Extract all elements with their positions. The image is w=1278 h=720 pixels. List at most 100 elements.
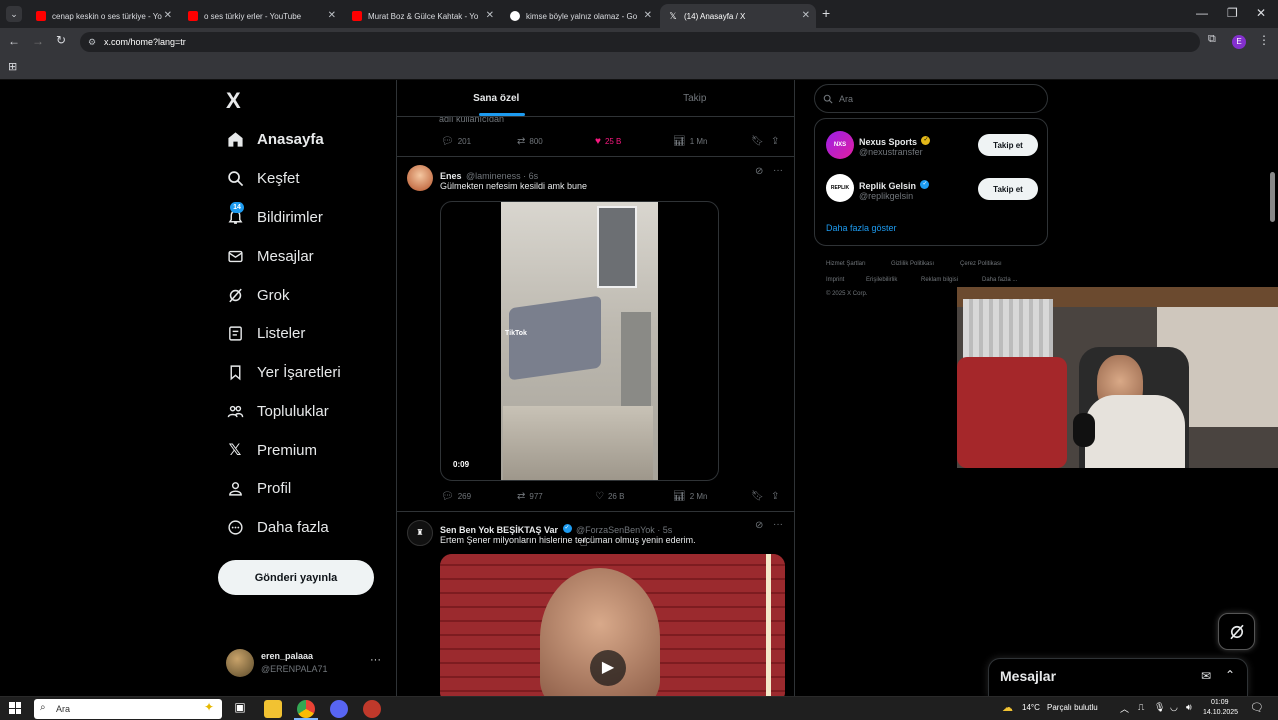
windows-start-icon[interactable] bbox=[9, 702, 21, 714]
volume-icon[interactable]: 🔊︎ bbox=[1186, 702, 1192, 713]
expand-icon[interactable]: ⌃ bbox=[1225, 668, 1235, 682]
repost-button[interactable]: ⇄ 977 bbox=[517, 491, 543, 502]
restore-icon[interactable]: ❐ bbox=[1227, 6, 1238, 20]
avatar[interactable]: REPLIK bbox=[826, 174, 854, 202]
extensions-icon[interactable]: ⧉ bbox=[1208, 33, 1216, 46]
close-tab-icon[interactable]: ✕ bbox=[802, 10, 810, 21]
footer-link[interactable]: Erişilebilirlik bbox=[866, 277, 897, 283]
discord-icon[interactable] bbox=[330, 700, 348, 718]
footer-link[interactable]: Hizmet Şartları bbox=[826, 261, 866, 267]
follow-button[interactable]: Takip et bbox=[978, 134, 1038, 156]
like-button[interactable]: ♥ 25 B bbox=[595, 136, 621, 147]
clock-time[interactable]: 01:09 bbox=[1211, 699, 1229, 706]
more-icon[interactable]: ··· bbox=[773, 519, 783, 530]
tweet[interactable]: ♜ Sen Ben Yok BEŞİKTAŞ Var ✓ @ForzaSenBe… bbox=[397, 512, 794, 696]
account-switcher[interactable]: eren_palaaa @ERENPALA71 ··· bbox=[226, 648, 386, 680]
address-bar[interactable]: ⚙ x.com/home?lang=tr bbox=[80, 32, 1200, 52]
footer-link[interactable]: Gizlilik Politikası bbox=[891, 261, 934, 267]
author-handle[interactable]: @ForzaSenBenYok · 5s bbox=[576, 525, 672, 535]
messages-drawer[interactable]: Mesajlar ✉ ⌃ bbox=[988, 658, 1248, 696]
microphone-icon[interactable]: 🎙︎ bbox=[1154, 702, 1165, 713]
footer-link[interactable]: Çerez Politikası bbox=[960, 261, 1002, 267]
weather-temp[interactable]: 14°C bbox=[1022, 703, 1040, 712]
new-tab-button[interactable]: + bbox=[822, 5, 830, 21]
grok-icon[interactable]: ⊘ bbox=[755, 166, 763, 177]
browser-tab[interactable]: kimse böyle yalnız olamaz - Go ✕ bbox=[502, 4, 658, 28]
share-button[interactable]: ⇪ bbox=[771, 136, 779, 147]
more-icon[interactable]: ··· bbox=[370, 654, 381, 666]
close-tab-icon[interactable]: ✕ bbox=[644, 10, 652, 21]
profile-avatar[interactable]: E bbox=[1232, 35, 1246, 49]
obs-icon[interactable] bbox=[363, 700, 381, 718]
close-tab-icon[interactable]: ✕ bbox=[486, 10, 494, 21]
nav-item-more[interactable]: Daha fazla bbox=[226, 512, 329, 542]
author-name[interactable]: Enes bbox=[440, 171, 462, 181]
new-message-icon[interactable]: ✉ bbox=[1201, 669, 1211, 683]
views-button[interactable]: 📊︎ 2 Mn bbox=[673, 491, 708, 502]
reply-button[interactable]: 💬︎ 269 bbox=[441, 491, 471, 502]
follow-button[interactable]: Takip et bbox=[978, 178, 1038, 200]
nav-item-notifications[interactable]: 14 Bildirimler bbox=[226, 202, 323, 232]
footer-link[interactable]: Reklam bilgisi bbox=[921, 277, 958, 283]
weather-text[interactable]: Parçalı bulutlu bbox=[1047, 703, 1098, 712]
task-view-icon[interactable]: ▣ bbox=[231, 700, 249, 718]
author-name[interactable]: Sen Ben Yok BEŞİKTAŞ Var bbox=[440, 525, 558, 535]
grok-floating-button[interactable] bbox=[1218, 613, 1255, 650]
tray-chevron-icon[interactable]: ︿ bbox=[1120, 702, 1129, 715]
clock-date[interactable]: 14.10.2025 bbox=[1203, 709, 1238, 716]
nav-item-profile[interactable]: Profil bbox=[226, 473, 291, 503]
nav-item-bookmarks[interactable]: Yer İşaretleri bbox=[226, 357, 341, 387]
footer-link[interactable]: Daha fazla ... bbox=[982, 277, 1017, 283]
nav-item-home[interactable]: Anasayfa bbox=[226, 124, 324, 154]
forward-icon[interactable]: → bbox=[32, 34, 44, 48]
like-button[interactable]: ♡ 26 B bbox=[595, 491, 624, 502]
tab-search-icon[interactable]: ⌄ bbox=[6, 6, 22, 22]
browser-tab[interactable]: cenap keskin o ses türkiye - Yo ✕ bbox=[28, 4, 178, 28]
reload-icon[interactable]: ↻ bbox=[56, 33, 66, 47]
apps-grid-icon[interactable]: ⊞ bbox=[8, 60, 17, 73]
avatar[interactable]: NXS bbox=[826, 131, 854, 159]
bookmark-button[interactable]: 🔖︎ bbox=[751, 491, 764, 502]
nav-item-premium[interactable]: 𝕏 Premium bbox=[226, 435, 317, 465]
play-icon[interactable]: ▶ bbox=[590, 650, 626, 686]
chrome-icon[interactable] bbox=[297, 700, 315, 718]
close-window-icon[interactable]: ✕ bbox=[1256, 6, 1266, 20]
reply-button[interactable]: 💬︎ 201 bbox=[441, 136, 471, 147]
close-tab-icon[interactable]: ✕ bbox=[328, 10, 336, 21]
minimize-icon[interactable]: — bbox=[1196, 6, 1208, 20]
repost-button[interactable]: ⇄ 800 bbox=[517, 136, 543, 147]
nav-item-grok[interactable]: Grok bbox=[226, 280, 290, 310]
wifi-icon[interactable]: ◡ bbox=[1170, 702, 1178, 713]
views-button[interactable]: 📊︎ 1 Mn bbox=[673, 136, 708, 147]
x-logo-icon[interactable]: X bbox=[226, 88, 241, 114]
browser-tab[interactable]: Murat Boz & Gülce Kahtak - Yo ✕ bbox=[344, 4, 500, 28]
post-button[interactable]: Gönderi yayınla bbox=[218, 560, 374, 595]
menu-icon[interactable]: ⋮ bbox=[1258, 33, 1270, 47]
close-tab-icon[interactable]: ✕ bbox=[164, 10, 172, 21]
more-icon[interactable]: ··· bbox=[773, 165, 783, 176]
file-explorer-icon[interactable] bbox=[264, 700, 282, 718]
page-scrollbar[interactable] bbox=[1270, 172, 1275, 222]
nav-item-explore[interactable]: Keşfet bbox=[226, 163, 300, 193]
network-icon[interactable]: ⎍ bbox=[1138, 702, 1144, 713]
grok-icon[interactable]: ⊘ bbox=[755, 520, 763, 531]
taskbar-search-input[interactable]: ⌕ Ara ✦ bbox=[34, 699, 222, 719]
nav-item-lists[interactable]: Listeler bbox=[226, 318, 305, 348]
avatar[interactable]: ♜ bbox=[407, 520, 433, 546]
search-input[interactable]: Ara bbox=[814, 84, 1048, 113]
show-more-link[interactable]: Daha fazla göster bbox=[826, 223, 897, 233]
nav-item-communities[interactable]: Topluluklar bbox=[226, 396, 329, 426]
nav-item-messages[interactable]: Mesajlar bbox=[226, 241, 314, 271]
share-button[interactable]: ⇪ bbox=[771, 491, 779, 502]
tweet[interactable]: Enes @lamineness · 6s ⊘ ··· Gülmekten ne… bbox=[397, 157, 794, 511]
footer-link[interactable]: Imprint bbox=[826, 277, 844, 283]
browser-tab[interactable]: o ses türkiy erler - YouTube ✕ bbox=[180, 4, 342, 28]
tab-following[interactable]: Takip bbox=[596, 80, 795, 116]
notification-center-icon[interactable]: 🗨︎ bbox=[1250, 701, 1264, 714]
video-player[interactable]: ▶ bbox=[440, 554, 785, 696]
video-player[interactable]: TikTok 0:09 bbox=[440, 201, 719, 481]
bookmark-button[interactable]: 🔖︎ bbox=[751, 136, 764, 147]
tab-for-you[interactable]: Sana özel bbox=[397, 80, 596, 116]
browser-tab-active[interactable]: 𝕏 (14) Anasayfa / X ✕ bbox=[660, 4, 816, 28]
site-info-icon[interactable]: ⚙ bbox=[88, 32, 96, 52]
